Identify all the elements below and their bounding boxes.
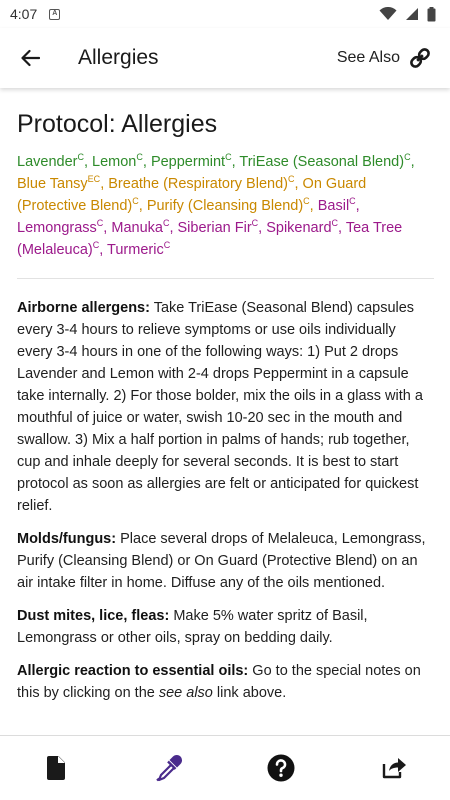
protocol-sections: Airborne allergens: Take TriEase (Season…	[17, 297, 434, 704]
document-button[interactable]	[26, 743, 86, 793]
see-also-label: See Also	[336, 49, 400, 66]
oil-separator: ,	[309, 198, 318, 214]
oil-link[interactable]: LemongrassC	[17, 219, 103, 236]
page-title: Allergies	[78, 46, 159, 69]
status-time: 4:07	[10, 6, 38, 22]
oil-separator: ,	[169, 220, 178, 236]
oil-separator: ,	[355, 198, 360, 214]
link-icon	[410, 48, 430, 68]
see-also-button[interactable]: See Also	[337, 46, 450, 70]
oil-link[interactable]: PeppermintC	[150, 153, 232, 170]
oil-link[interactable]: TriEase (Seasonal Blend)C	[239, 153, 410, 170]
oil-separator: ,	[83, 154, 93, 170]
oil-link[interactable]: BasilC	[317, 197, 356, 214]
oil-name: Breathe (Respiratory Blend)	[108, 176, 288, 192]
status-bar: 4:07 A	[0, 0, 450, 28]
oil-name: Manuka	[111, 220, 163, 236]
oil-name: Peppermint	[150, 154, 226, 170]
oil-link[interactable]: TurmericC	[107, 240, 171, 258]
eyedropper-button[interactable]	[139, 743, 199, 793]
oil-separator: ,	[99, 242, 108, 258]
help-button[interactable]	[251, 743, 311, 793]
oil-separator: ,	[410, 154, 415, 170]
oil-separator: ,	[142, 154, 151, 170]
oil-name: Spikenard	[266, 220, 332, 236]
bottom-nav	[0, 735, 450, 800]
oil-name: Lemongrass	[17, 220, 97, 236]
oil-link[interactable]: Breathe (Respiratory Blend)C	[108, 175, 294, 192]
share-button[interactable]	[364, 743, 424, 793]
section-heading: Dust mites, lice, fleas:	[17, 608, 170, 624]
eyedropper-icon	[155, 754, 182, 782]
wifi-icon	[379, 7, 397, 20]
oil-list: LavenderC, LemonC, PeppermintC, TriEase …	[17, 151, 434, 261]
oil-name: Lemon	[92, 154, 137, 170]
section-dust-mites: Dust mites, lice, fleas: Make 5% water s…	[17, 605, 434, 649]
notification-icon: A	[49, 8, 61, 20]
oil-separator: ,	[138, 198, 147, 214]
protocol-content[interactable]: Protocol: Allergies LavenderC, LemonC, P…	[0, 88, 450, 735]
section-heading: Airborne allergens:	[17, 300, 150, 316]
status-icons	[379, 6, 436, 22]
section-allergic-reaction: Allergic reaction to essential oils: Go …	[17, 660, 434, 704]
oil-link[interactable]: Siberian FirC	[177, 219, 259, 236]
oil-separator: ,	[258, 220, 267, 236]
document-icon	[47, 756, 66, 780]
signal-icon	[406, 8, 418, 20]
oil-name: Blue Tansy	[17, 176, 88, 192]
oil-mark: EC	[87, 174, 101, 185]
oil-link[interactable]: Purify (Cleansing Blend)C	[146, 197, 310, 214]
battery-icon	[427, 6, 436, 21]
section-airborne-allergens: Airborne allergens: Take TriEase (Season…	[17, 297, 434, 517]
oil-separator: ,	[338, 220, 346, 236]
section-text: Take TriEase (Seasonal Blend) capsules e…	[17, 300, 423, 514]
app-bar: Allergies See Also	[0, 28, 450, 88]
back-button[interactable]	[0, 28, 60, 88]
oil-separator: ,	[294, 176, 303, 192]
oil-name: Purify (Cleansing Blend)	[146, 198, 304, 214]
see-also-link[interactable]: see also	[159, 685, 213, 701]
oil-name: Turmeric	[107, 242, 164, 258]
oil-name: Siberian Fir	[177, 220, 252, 236]
oil-link[interactable]: LavenderC	[17, 153, 84, 170]
oil-name: Lavender	[17, 154, 78, 170]
arrow-left-icon	[21, 49, 40, 67]
oil-link[interactable]: SpikenardC	[266, 219, 338, 236]
oil-link[interactable]: Blue TansyEC	[17, 174, 101, 192]
divider	[17, 278, 434, 279]
oil-link[interactable]: ManukaC	[111, 219, 169, 236]
protocol-title: Protocol: Allergies	[17, 110, 218, 138]
oil-name: Basil	[317, 198, 350, 214]
section-text: link above.	[212, 685, 287, 701]
oil-mark: C	[163, 240, 171, 251]
section-heading: Molds/fungus:	[17, 531, 117, 547]
help-icon	[267, 754, 295, 782]
oil-link[interactable]: LemonC	[92, 153, 143, 170]
share-icon	[382, 758, 406, 779]
oil-name: TriEase (Seasonal Blend)	[239, 154, 405, 170]
section-heading: Allergic reaction to essential oils:	[17, 663, 249, 679]
section-molds-fungus: Molds/fungus: Place several drops of Mel…	[17, 528, 434, 594]
